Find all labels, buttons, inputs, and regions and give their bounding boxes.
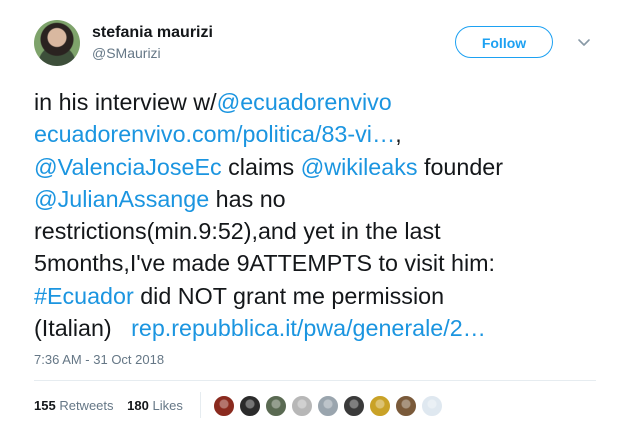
avatar-1-icon[interactable] (213, 395, 235, 417)
divider (34, 380, 596, 381)
avatar-7-icon[interactable] (369, 395, 391, 417)
retweets-label: Retweets (59, 398, 114, 413)
url-link[interactable]: rep.repubblica.it/pwa/generale/2… (131, 315, 486, 341)
mention-link[interactable]: @ecuadorenvivo (217, 89, 392, 115)
avatar-8-icon[interactable] (395, 395, 417, 417)
tweet-text-segment: restrictions(min.9:52),and yet in the la… (34, 218, 441, 245)
tweet-header: stefania maurizi @SMaurizi Follow (34, 20, 604, 70)
avatar-6-icon[interactable] (343, 395, 365, 417)
hashtag-link[interactable]: #Ecuador (34, 283, 134, 309)
follow-button[interactable]: Follow (455, 26, 553, 58)
avatar-9-icon[interactable] (421, 395, 443, 417)
tweet-text-segment: claims (221, 153, 301, 180)
tweet-text-segment: , (395, 121, 402, 148)
author-handle[interactable]: @SMaurizi (92, 45, 161, 61)
tweet-text-segment: in his interview w/ (34, 89, 217, 115)
avatar-3-icon[interactable] (265, 395, 287, 417)
author-name[interactable]: stefania maurizi (92, 24, 213, 42)
tweet-text-segment: founder (417, 153, 504, 180)
tweet-text-segment: 5months,I've made 9ATTEMPTS to visit him… (34, 250, 496, 277)
tweet-stats: 155 Retweets 180 Likes (34, 398, 193, 413)
retweets-stat[interactable]: 155 Retweets (34, 398, 114, 413)
chevron-down-icon[interactable] (574, 32, 594, 52)
mention-link[interactable]: @JulianAssange (34, 186, 209, 212)
avatar-5-icon[interactable] (317, 395, 339, 417)
tweet-timestamp[interactable]: 7:36 AM - 31 Oct 2018 (34, 352, 164, 367)
mention-link[interactable]: @wikileaks (301, 154, 418, 180)
likes-stat[interactable]: 180 Likes (127, 398, 183, 413)
likes-count: 180 (127, 398, 149, 413)
retweets-count: 155 (34, 398, 56, 413)
tweet-text-segment: has no (209, 185, 286, 212)
likes-label: Likes (152, 398, 183, 413)
stats-separator (200, 392, 201, 418)
tweet-text-segment: did NOT grant me permission (133, 282, 445, 309)
avatar-4-icon[interactable] (291, 395, 313, 417)
mention-link[interactable]: @ValenciaJoseEc (34, 154, 222, 180)
tweet-text-segment: (Italian) (34, 315, 132, 342)
avatar-2-icon[interactable] (239, 395, 261, 417)
author-avatar[interactable] (34, 20, 80, 66)
url-link[interactable]: ecuadorenvivo.com/politica/83-vi… (34, 121, 395, 147)
tweet-text: in his interview w/@ecuadorenvivo ecuado… (34, 86, 604, 344)
